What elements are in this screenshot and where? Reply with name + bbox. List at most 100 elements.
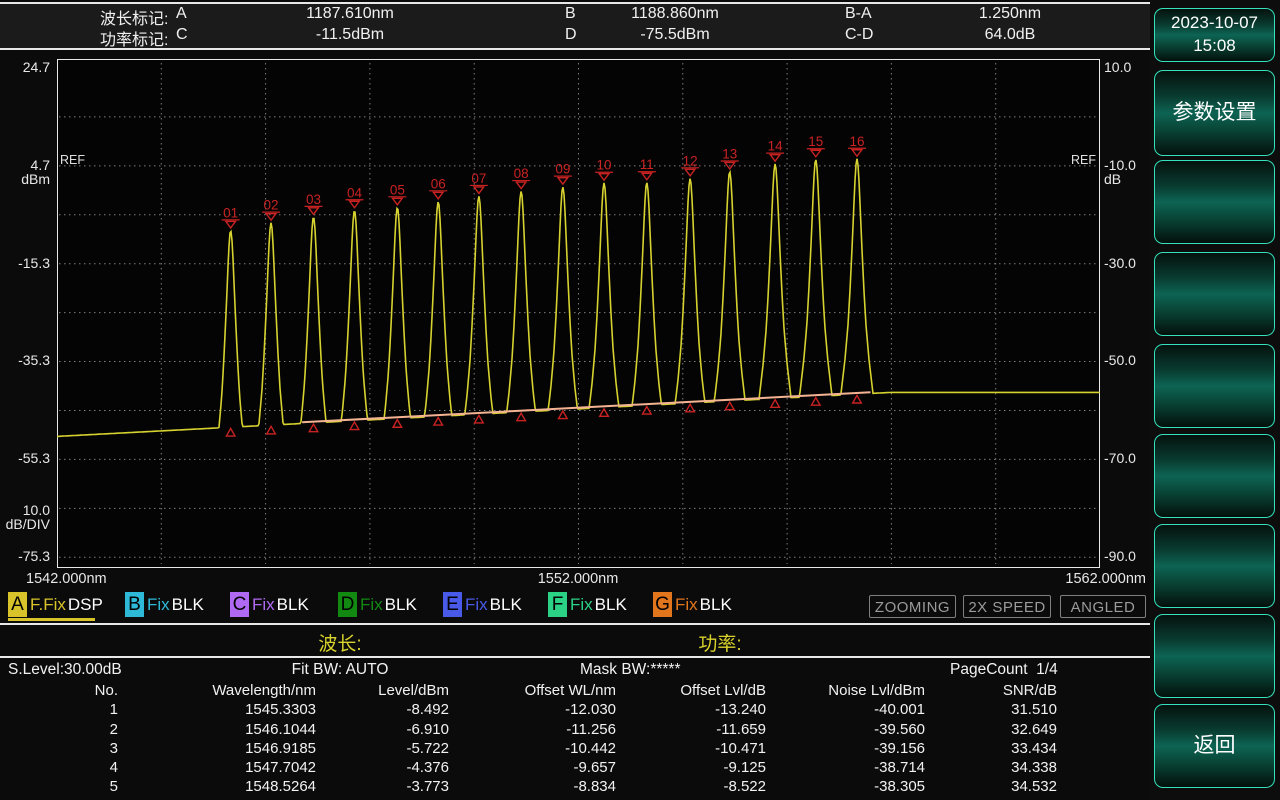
trace-mode-label: Fix bbox=[360, 592, 383, 617]
mask-bw-value: Mask BW:***** bbox=[580, 661, 681, 679]
peak-marker-triangle bbox=[474, 187, 484, 193]
column-header: No. bbox=[0, 681, 118, 700]
trace-selector-E[interactable]: EFixBLK bbox=[443, 592, 522, 622]
trace-mode-label: Fix bbox=[570, 592, 593, 617]
peak-marker-triangle bbox=[685, 169, 695, 176]
table-row: 21546.1044-6.910-11.256-11.659-39.56032.… bbox=[0, 720, 1060, 739]
trace-mode-label: F.Fix bbox=[30, 592, 66, 617]
table-cell: 1546.1044 bbox=[118, 720, 316, 739]
trace-selector-C[interactable]: CFixBLK bbox=[230, 592, 309, 622]
spectrum-trace bbox=[57, 159, 1100, 437]
sidebar-button-param-settings[interactable]: 参数设置 bbox=[1154, 70, 1275, 156]
table-cell: 34.338 bbox=[925, 758, 1057, 777]
table-cell: 1548.5264 bbox=[118, 777, 316, 796]
trace-letter-badge: A bbox=[8, 592, 27, 617]
noise-fit-line bbox=[302, 392, 870, 422]
marker-ba-value: 1.250nm bbox=[920, 5, 1100, 23]
sidebar-button-blank-2[interactable] bbox=[1154, 252, 1275, 336]
peak-number-label: 04 bbox=[347, 185, 363, 200]
table-cell: 5 bbox=[0, 777, 118, 796]
marker-a-name: A bbox=[176, 5, 187, 23]
softkey-sidebar: 2023-10-0715:08 参数设置返回 bbox=[1150, 0, 1280, 800]
y-axis-right-tick: -90.0 bbox=[1104, 549, 1136, 563]
column-header: Level/dBm bbox=[316, 681, 449, 700]
sidebar-button-label: 返回 bbox=[1194, 732, 1236, 760]
column-header: Offset Lvl/dB bbox=[616, 681, 766, 700]
table-cell: 4 bbox=[0, 758, 118, 777]
y-axis-right-tick: 10.0 bbox=[1104, 60, 1131, 74]
column-header: Noise Lvl/dBm bbox=[766, 681, 925, 700]
sidebar-button-blank-5[interactable] bbox=[1154, 524, 1275, 608]
sidebar-button-datetime[interactable]: 2023-10-0715:08 bbox=[1154, 8, 1275, 62]
noise-marker-triangle bbox=[725, 402, 734, 410]
y-axis-right-tick: -30.0 bbox=[1104, 256, 1136, 270]
table-cell: -40.001 bbox=[766, 700, 925, 719]
table-cell: -4.376 bbox=[316, 758, 449, 777]
table-cell: 33.434 bbox=[925, 739, 1057, 758]
y-axis-left-tick: 4.7 dBm bbox=[0, 158, 50, 186]
table-cell: 1547.7042 bbox=[118, 758, 316, 777]
sidebar-button-label: 2023-10-07 bbox=[1171, 12, 1258, 35]
table-cell: -3.773 bbox=[316, 777, 449, 796]
sidebar-button-blank-4[interactable] bbox=[1154, 434, 1275, 518]
peak-marker-triangle bbox=[350, 201, 360, 208]
peak-number-label: 02 bbox=[264, 198, 279, 213]
table-cell: 34.532 bbox=[925, 777, 1057, 796]
table-cell: -12.030 bbox=[449, 700, 616, 719]
sidebar-button-label: 参数设置 bbox=[1173, 99, 1257, 127]
trace-selector-G[interactable]: GFixBLK bbox=[653, 592, 732, 622]
marker-a-value: 1187.610nm bbox=[240, 5, 460, 23]
trace-letter-badge: C bbox=[230, 592, 249, 617]
peak-number-label: 10 bbox=[597, 158, 612, 173]
sidebar-button-blank-6[interactable] bbox=[1154, 614, 1275, 698]
column-header: SNR/dB bbox=[925, 681, 1057, 700]
sidebar-button-blank-3[interactable] bbox=[1154, 344, 1275, 428]
y-axis-left-tick: -55.3 bbox=[0, 451, 50, 465]
view-mode-2x-speed[interactable]: 2X SPEED bbox=[963, 595, 1051, 618]
trace-letter-badge: D bbox=[338, 592, 357, 617]
trace-letter-badge: B bbox=[125, 592, 144, 617]
marker-b-value: 1188.860nm bbox=[575, 5, 775, 23]
peak-marker-triangle bbox=[393, 198, 403, 205]
table-cell: -13.240 bbox=[616, 700, 766, 719]
table-cell: -11.256 bbox=[449, 720, 616, 739]
peak-marker-triangle bbox=[558, 178, 568, 185]
y-axis-right-tick: -50.0 bbox=[1104, 353, 1136, 367]
trace-tag-label: BLK bbox=[385, 592, 417, 617]
peak-analysis-table: No.Wavelength/nmLevel/dBmOffset WL/nmOff… bbox=[0, 681, 1060, 797]
trace-selector-A[interactable]: AF.FixDSP bbox=[8, 592, 103, 622]
table-header-row: No.Wavelength/nmLevel/dBmOffset WL/nmOff… bbox=[0, 681, 1060, 700]
noise-marker-triangle bbox=[853, 395, 862, 403]
view-mode-angled[interactable]: ANGLED bbox=[1060, 595, 1146, 618]
noise-marker-triangle bbox=[393, 420, 402, 428]
sidebar-button-back[interactable]: 返回 bbox=[1154, 704, 1275, 788]
trace-tag-label: BLK bbox=[595, 592, 627, 617]
view-mode-zooming[interactable]: ZOOMING bbox=[869, 595, 956, 618]
table-cell: -6.910 bbox=[316, 720, 449, 739]
table-cell: 2 bbox=[0, 720, 118, 739]
table-cell: -10.471 bbox=[616, 739, 766, 758]
ref-label-right: REF bbox=[1071, 153, 1096, 167]
trace-selector-D[interactable]: DFixBLK bbox=[338, 592, 417, 622]
peak-number-label: 06 bbox=[431, 176, 446, 191]
trace-mode-label: Fix bbox=[147, 592, 170, 617]
y-axis-left-tick: -35.3 bbox=[0, 353, 50, 367]
table-cell: 3 bbox=[0, 739, 118, 758]
table-row: 51548.5264-3.773-8.834-8.522-38.30534.53… bbox=[0, 777, 1060, 796]
trace-mode-label: Fix bbox=[252, 592, 275, 617]
trace-tag-label: BLK bbox=[700, 592, 732, 617]
peak-marker-triangle bbox=[266, 214, 276, 221]
trace-letter-badge: G bbox=[653, 592, 672, 617]
peak-marker-triangle bbox=[226, 221, 236, 228]
trace-selector-F[interactable]: FFixBLK bbox=[548, 592, 627, 622]
sidebar-button-blank-1[interactable] bbox=[1154, 160, 1275, 244]
noise-marker-triangle bbox=[226, 428, 235, 436]
trace-selector-B[interactable]: BFixBLK bbox=[125, 592, 204, 622]
peak-number-label: 05 bbox=[390, 182, 405, 197]
marker-cd-value: 64.0dB bbox=[920, 26, 1100, 44]
y-axis-scale-label: 10.0 dB/DIV bbox=[0, 503, 50, 531]
noise-marker-triangle bbox=[559, 411, 568, 419]
marker-cd-name: C-D bbox=[845, 26, 873, 44]
table-cell: -11.659 bbox=[616, 720, 766, 739]
noise-marker-triangle bbox=[600, 409, 609, 417]
